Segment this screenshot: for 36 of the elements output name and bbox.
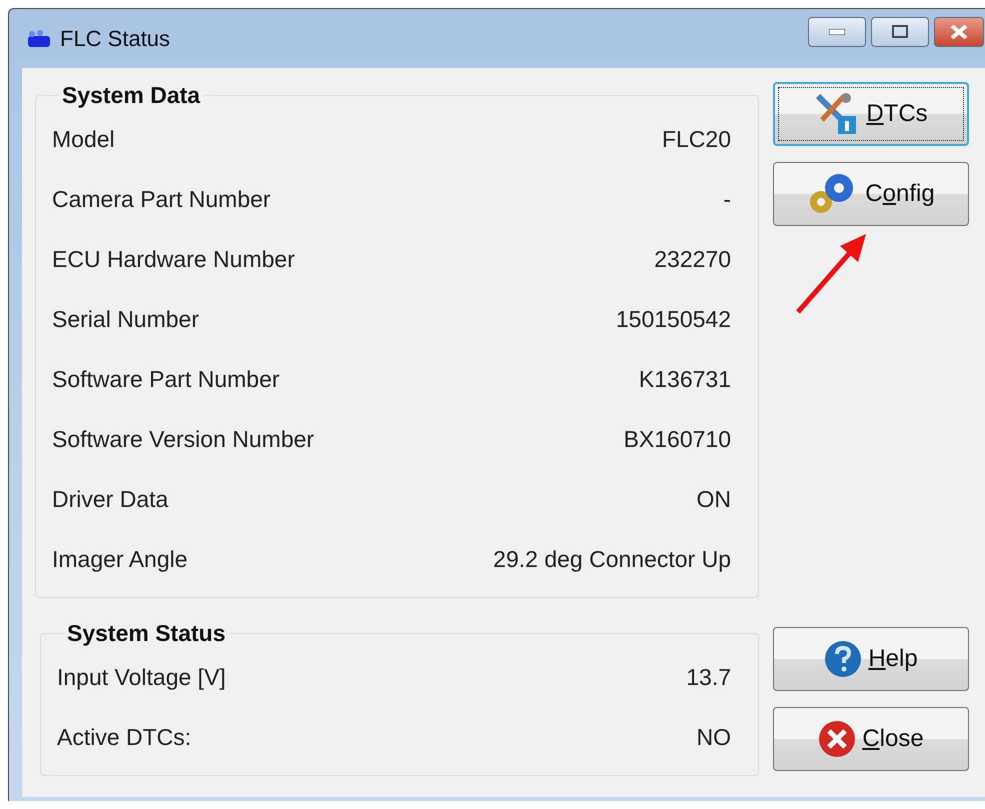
group-title: System Data bbox=[61, 82, 202, 109]
help-icon bbox=[824, 640, 862, 678]
group-title: System Status bbox=[66, 620, 227, 647]
field-label: ECU Hardware Number bbox=[52, 246, 295, 272]
app-icon bbox=[26, 30, 52, 48]
field-value: BX160710 bbox=[624, 426, 731, 452]
field-label: Model bbox=[52, 126, 115, 152]
config-button[interactable]: Config bbox=[773, 162, 969, 226]
close-icon bbox=[950, 24, 968, 38]
close-window-button[interactable] bbox=[934, 16, 984, 46]
field-value: 150150542 bbox=[616, 306, 731, 332]
field-label: Software Part Number bbox=[52, 366, 280, 392]
field-label: Software Version Number bbox=[52, 426, 314, 452]
field-value: - bbox=[723, 186, 731, 212]
field-label: Driver Data bbox=[52, 486, 168, 512]
field-value: 13.7 bbox=[686, 664, 731, 690]
field-label: Serial Number bbox=[52, 306, 199, 332]
dtcs-button[interactable]: DTCs bbox=[773, 82, 969, 146]
field-label: Camera Part Number bbox=[52, 186, 271, 212]
maximize-icon bbox=[892, 25, 908, 38]
field-value: K136731 bbox=[638, 366, 731, 392]
help-button[interactable]: Help bbox=[773, 627, 969, 691]
field-label: Imager Angle bbox=[52, 546, 188, 572]
field-value: FLC20 bbox=[662, 126, 731, 152]
close-button[interactable]: Close bbox=[773, 707, 969, 771]
window-title: FLC Status bbox=[60, 26, 170, 52]
field-value: 232270 bbox=[654, 246, 731, 272]
field-value: 29.2 deg Connector Up bbox=[493, 546, 731, 572]
field-value: NO bbox=[696, 724, 731, 750]
minimize-icon bbox=[829, 28, 845, 34]
error-icon bbox=[818, 720, 856, 758]
field-label: Active DTCs: bbox=[57, 724, 192, 750]
field-label: Input Voltage [V] bbox=[57, 664, 226, 690]
minimize-button[interactable] bbox=[808, 16, 866, 46]
field-value: ON bbox=[696, 486, 731, 512]
maximize-button[interactable] bbox=[871, 16, 929, 46]
